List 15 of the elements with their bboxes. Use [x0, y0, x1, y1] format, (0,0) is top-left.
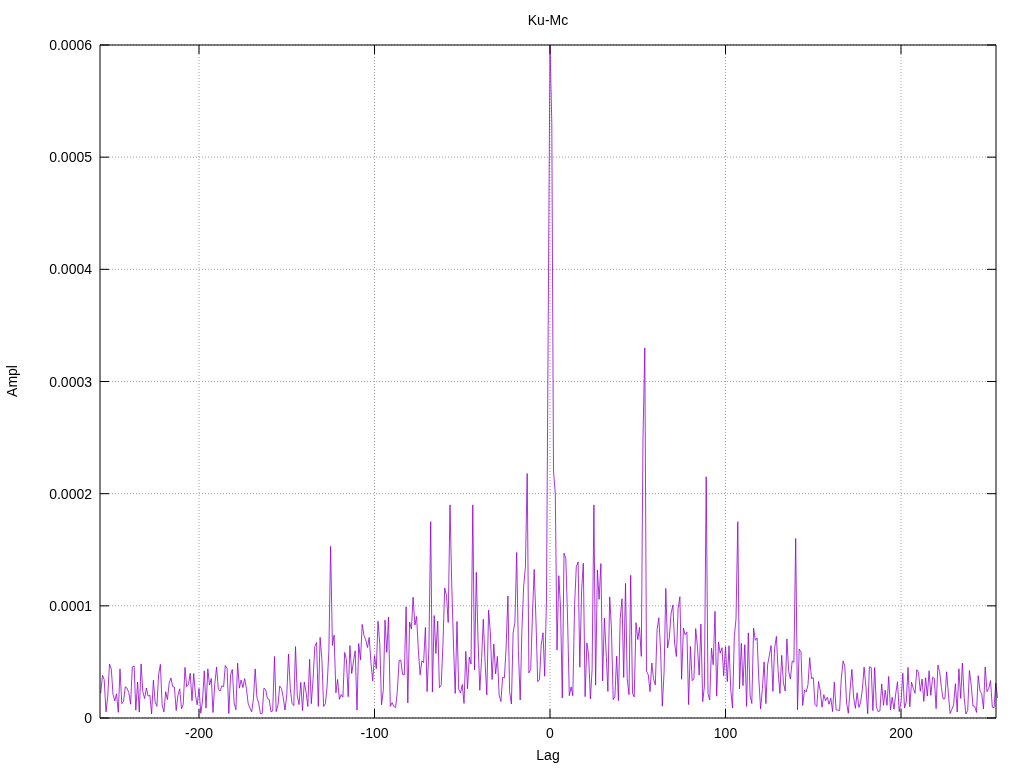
chart-title: Ku-Mc	[527, 12, 569, 28]
tick-label: 0.0004	[49, 261, 92, 278]
tick-label: 0.0003	[49, 373, 92, 390]
tick-label: 100	[713, 725, 738, 741]
tick-label: 0	[546, 725, 554, 741]
tick-label: 0.0006	[49, 37, 92, 53]
tick-label: 0	[84, 710, 92, 726]
tick-label: -200	[185, 725, 213, 741]
axis-label: Ampl	[4, 365, 20, 397]
tick-label: 200	[889, 725, 913, 741]
tick-label: 0.0002	[49, 485, 92, 502]
tick-label: 0.0005	[49, 149, 92, 166]
tick-label: -100	[360, 725, 389, 741]
tick-label: 0.0001	[49, 597, 92, 614]
axis-label: Lag	[536, 747, 560, 763]
